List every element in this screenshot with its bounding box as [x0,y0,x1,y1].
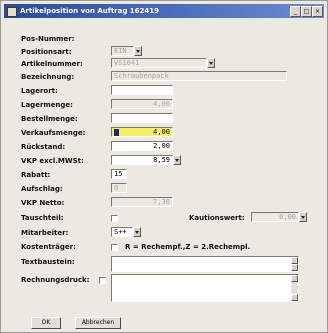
vkp-netto-label: VKP Netto: [21,199,65,207]
title-bar[interactable]: Artikelposition von Auftrag 162419 _ □ × [4,4,324,18]
bestellmenge-label: Bestellmenge: [21,115,78,123]
vkp-netto-field[interactable]: 7,30 [111,197,173,207]
kautionswert-label: Kautionswert: [189,214,245,222]
lagerort-field[interactable] [111,85,173,95]
bezeichnung-field[interactable]: Schraubenpack [111,71,287,81]
textbaustein-label: Textbaustein: [21,258,75,266]
window-title: Artikelposition von Auftrag 162419 [20,7,160,15]
tauschteil-label: Tauschteil: [21,214,64,222]
ok-button[interactable]: OK [31,317,61,329]
kostentraeger-label: Kostenträger: [21,243,76,251]
rechnungsdruck-scrollbar[interactable] [291,275,298,301]
rechnungsdruck-memo[interactable] [111,274,299,302]
pos-nummer-label: Pos-Nummer: [21,35,75,43]
vkp-excl-dropdown-icon[interactable] [173,155,181,165]
lagermenge-field[interactable]: 4,00 [111,99,173,109]
positionsart-dropdown-icon[interactable] [134,46,142,56]
verkaufsmenge-label: Verkaufsmenge: [21,129,86,137]
text-cursor [114,129,119,136]
rabatt-label: Rabatt: [21,171,51,179]
rechnungsdruck-label: Rechnungsdruck: [21,276,90,284]
vkp-excl-field[interactable]: 8,59 [111,155,173,165]
article-position-dialog: Artikelposition von Auftrag 162419 _ □ ×… [0,0,328,333]
scroll-up-icon[interactable] [291,275,298,282]
scroll-up-icon[interactable] [291,257,298,264]
mitarbeiter-field[interactable]: S++ [111,227,133,237]
mitarbeiter-dropdown-icon[interactable] [133,227,141,237]
verkaufsmenge-field[interactable]: 4,00 [111,127,173,137]
rueckstand-label: Rückstand: [21,143,66,151]
artikelnummer-dropdown-icon[interactable] [207,58,215,68]
close-button[interactable]: × [312,6,323,17]
textbaustein-scrollbar[interactable] [291,257,298,271]
positionsart-field[interactable]: EIN [111,46,134,56]
kostentraeger-hint: R = Rechempf.,Z = 2.Rechempl. [125,243,251,251]
mitarbeiter-label: Mitarbeiter: [21,229,69,237]
kautionswert-dropdown-icon[interactable] [299,212,307,222]
scroll-down-icon[interactable] [291,294,298,301]
minimize-button[interactable]: _ [290,6,301,17]
vkp-excl-label: VKP excl.MWSt: [21,157,84,165]
scroll-down-icon[interactable] [291,264,298,271]
rechnungsdruck-checkbox[interactable] [99,277,106,284]
artikelnummer-field[interactable]: VS1041 [111,58,207,68]
kostentraeger-checkbox[interactable] [111,244,118,251]
rabatt-field[interactable]: 15 [111,169,127,179]
window-icon [7,7,17,17]
maximize-button[interactable]: □ [301,6,312,17]
bestellmenge-field[interactable] [111,113,173,123]
aufschlag-label: Aufschlag: [21,185,63,193]
kautionswert-field[interactable]: 0,00 [251,212,299,222]
bezeichnung-label: Bezeichnung: [21,73,75,81]
abbrechen-button[interactable]: Abbrechen [75,317,121,329]
positionsart-label: Positionsart: [21,48,72,56]
rueckstand-field[interactable]: 2,00 [111,141,173,151]
textbaustein-memo[interactable] [111,256,299,272]
tauschteil-checkbox[interactable] [111,215,118,222]
artikelnummer-label: Artikelnummer: [21,60,83,68]
lagermenge-label: Lagermenge: [21,101,73,109]
aufschlag-field[interactable]: 0 [111,183,127,193]
lagerort-label: Lagerort: [21,87,58,95]
verkaufsmenge-value: 4,00 [153,128,170,136]
